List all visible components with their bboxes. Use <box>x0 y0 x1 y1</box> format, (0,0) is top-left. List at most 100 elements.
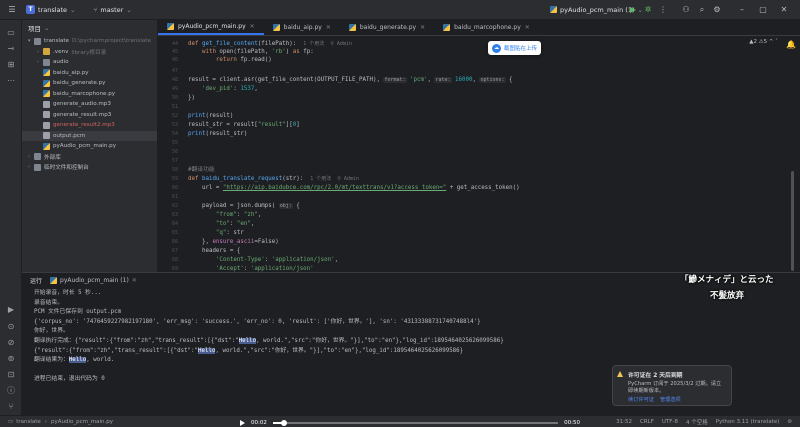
folder-icon[interactable]: ▭ <box>5 26 17 38</box>
progress-knob[interactable] <box>281 420 288 426</box>
breadcrumb-project[interactable]: translate <box>16 419 41 425</box>
progress-bar[interactable] <box>272 420 559 426</box>
minimize-icon[interactable]: – <box>736 4 748 16</box>
tree-item-label: generate_result2.mp3 <box>53 122 115 129</box>
run-tab-label[interactable]: 运行 <box>30 276 42 285</box>
console-line: {"result":{"from":"zh","trans_result":[{… <box>34 347 464 354</box>
tree-item[interactable]: › 临时文件和控制台 <box>22 162 157 173</box>
git-icon[interactable]: ⑂ <box>5 400 17 412</box>
tree-item[interactable]: generate_result.mp3 <box>22 110 157 121</box>
close-tab-icon[interactable]: ✕ <box>326 24 331 31</box>
project-switcher[interactable]: T translate ⌄ <box>26 5 76 14</box>
more-icon[interactable]: ⋮ <box>657 4 669 16</box>
tree-item-label: output.pcm <box>53 132 86 139</box>
interpreter[interactable]: Python 3.11 (translate) <box>716 419 780 425</box>
tree-item-label: 临时文件和控制台 <box>44 165 89 172</box>
code-line: url = "https://aip.baidubce.com/rpc/2.0/… <box>201 185 520 191</box>
tree-item[interactable]: ▾ translate D:\pycharmproject\translate <box>22 36 157 47</box>
subtitle-line-1: 「鰺メナィデ」と云った <box>680 275 774 285</box>
code-line: def get_file_content(filePath): 1 个用法 ⚲ … <box>188 41 352 47</box>
run-config-tab[interactable]: pyAudio_pcm_main (1) ✕ <box>50 276 137 284</box>
code-line: print(result_str) <box>188 131 248 137</box>
maximize-icon[interactable]: ▢ <box>757 4 769 16</box>
total-time: 00:50 <box>564 420 580 426</box>
breadcrumb-file[interactable]: pyAudio_pcm_main.py <box>51 419 113 425</box>
renew-license-link[interactable]: 续订许可证 <box>628 396 654 403</box>
line-separator[interactable]: CRLF <box>640 419 654 425</box>
folder-icon: ▭ <box>8 418 14 425</box>
indent-setting[interactable]: 4 个空格 <box>686 418 708 426</box>
line-number: 56 <box>171 149 178 155</box>
close-tab-icon[interactable]: ✕ <box>525 24 530 31</box>
tree-item[interactable]: › 外部库 <box>22 152 157 163</box>
line-number: 45 <box>171 49 178 55</box>
project-panel: 项目 ⌄ ▾ translate D:\pycharmproject\transla… <box>22 20 158 272</box>
console-line: 开始录音，时长 5 秒... <box>34 290 102 296</box>
code-editor[interactable]: 44 45 46 47 48 49 50 51 52 53 54 55 56 57 58 59 60 61 62 63… <box>158 36 800 272</box>
tree-item[interactable]: pyAudio_pcm_main.py <box>22 141 157 152</box>
py-icon <box>43 79 50 87</box>
python-console-icon[interactable]: ⊘ <box>5 336 17 348</box>
tree-item-label: baidu_generate.py <box>53 80 106 87</box>
tree-item[interactable]: output.pcm <box>22 130 157 141</box>
editor-tab[interactable]: baidu_aip.py ✕ <box>264 19 340 35</box>
code-line: "from": "zh", <box>215 212 262 218</box>
commit-icon[interactable]: ⊸ <box>5 42 17 54</box>
line-number: 51 <box>171 104 178 110</box>
branch-switcher[interactable]: ⑂ master ⌄ <box>94 6 132 14</box>
more-tools-icon[interactable]: ⋯ <box>5 74 17 86</box>
search-icon[interactable]: ⌕ <box>696 4 708 16</box>
structure-icon[interactable]: ⊞ <box>5 58 17 70</box>
code-area[interactable]: def get_file_content(filePath): 1 个用法 ⚲ … <box>188 36 780 272</box>
tree-item[interactable]: › .venv library根目录 <box>22 47 157 58</box>
tree-item-path: D:\pycharmproject\translate <box>72 38 151 45</box>
run-config-name: pyAudio_pcm_main (1) <box>560 5 635 14</box>
tree-item-label: audio <box>53 59 69 66</box>
play-icon[interactable] <box>240 420 245 426</box>
problems-icon[interactable]: ⓘ <box>5 384 17 396</box>
people-icon[interactable]: ⚇ <box>680 4 692 16</box>
line-number: 67 <box>171 248 178 254</box>
cursor-position[interactable]: 31:52 <box>616 419 632 425</box>
code-line: headers = { <box>201 248 241 254</box>
editor-tab[interactable]: baidu_generate.py ✕ <box>340 19 434 35</box>
line-number: 53 <box>171 122 178 128</box>
python-packages-icon[interactable]: ⊚ <box>5 352 17 364</box>
inspection-widget[interactable]: ▲2 ⚠5 ^ ˇ <box>749 39 778 45</box>
manage-options-link[interactable]: 管理选项 <box>660 396 681 403</box>
line-number: 44 <box>171 41 178 47</box>
services-icon[interactable]: ⊙ <box>5 320 17 332</box>
line-number: 62 <box>171 203 178 209</box>
project-tree: ▾ translate D:\pycharmproject\translate › .v… <box>22 36 157 173</box>
console-line: 录音结束。 <box>34 299 63 306</box>
tree-item[interactable]: baidu_aip.py <box>22 68 157 79</box>
close-icon[interactable]: ✕ <box>778 4 790 16</box>
settings-icon[interactable]: ⚙ <box>711 4 723 16</box>
code-line: 'Accept': 'application/json' <box>215 266 314 272</box>
highlighted-text: Hello <box>68 357 87 364</box>
editor-tab[interactable]: pyAudio_pcm_main.py ✕ <box>158 19 264 35</box>
close-icon[interactable]: ✕ <box>132 277 137 284</box>
debug-icon[interactable]: ✲ <box>642 4 654 16</box>
tree-item[interactable]: generate_audio.mp3 <box>22 99 157 110</box>
lock-icon[interactable]: ⊜ <box>787 419 792 425</box>
tree-item[interactable]: baidu_marcophone.py <box>22 89 157 100</box>
screenshot-upload-button[interactable]: ☁ 截图贴在上传 <box>488 41 542 55</box>
tree-item[interactable]: › audio <box>22 57 157 68</box>
main-menu-icon[interactable]: ☰ <box>6 4 18 16</box>
run-icon[interactable]: ▶ <box>5 303 17 315</box>
tree-item[interactable]: baidu_generate.py <box>22 78 157 89</box>
tab-label: baidu_aip.py <box>283 23 322 31</box>
chevron-down-icon[interactable]: ⌄ <box>44 24 49 32</box>
py-icon <box>43 142 50 150</box>
close-tab-icon[interactable]: ✕ <box>420 24 425 31</box>
terminal-icon[interactable]: ⊡ <box>5 368 17 380</box>
close-tab-icon[interactable]: ✕ <box>250 23 255 30</box>
notifications-icon[interactable]: 🔔 <box>785 38 797 50</box>
line-number: 64 <box>171 221 178 227</box>
right-tool-strip: 🔔 <box>782 36 800 272</box>
run-icon[interactable]: ▶ <box>627 4 639 16</box>
editor-tab[interactable]: baidu_marcophone.py ✕ <box>434 19 539 35</box>
tree-item[interactable]: generate_result2.mp3 <box>22 120 157 131</box>
file-encoding[interactable]: UTF-8 <box>662 419 678 425</box>
